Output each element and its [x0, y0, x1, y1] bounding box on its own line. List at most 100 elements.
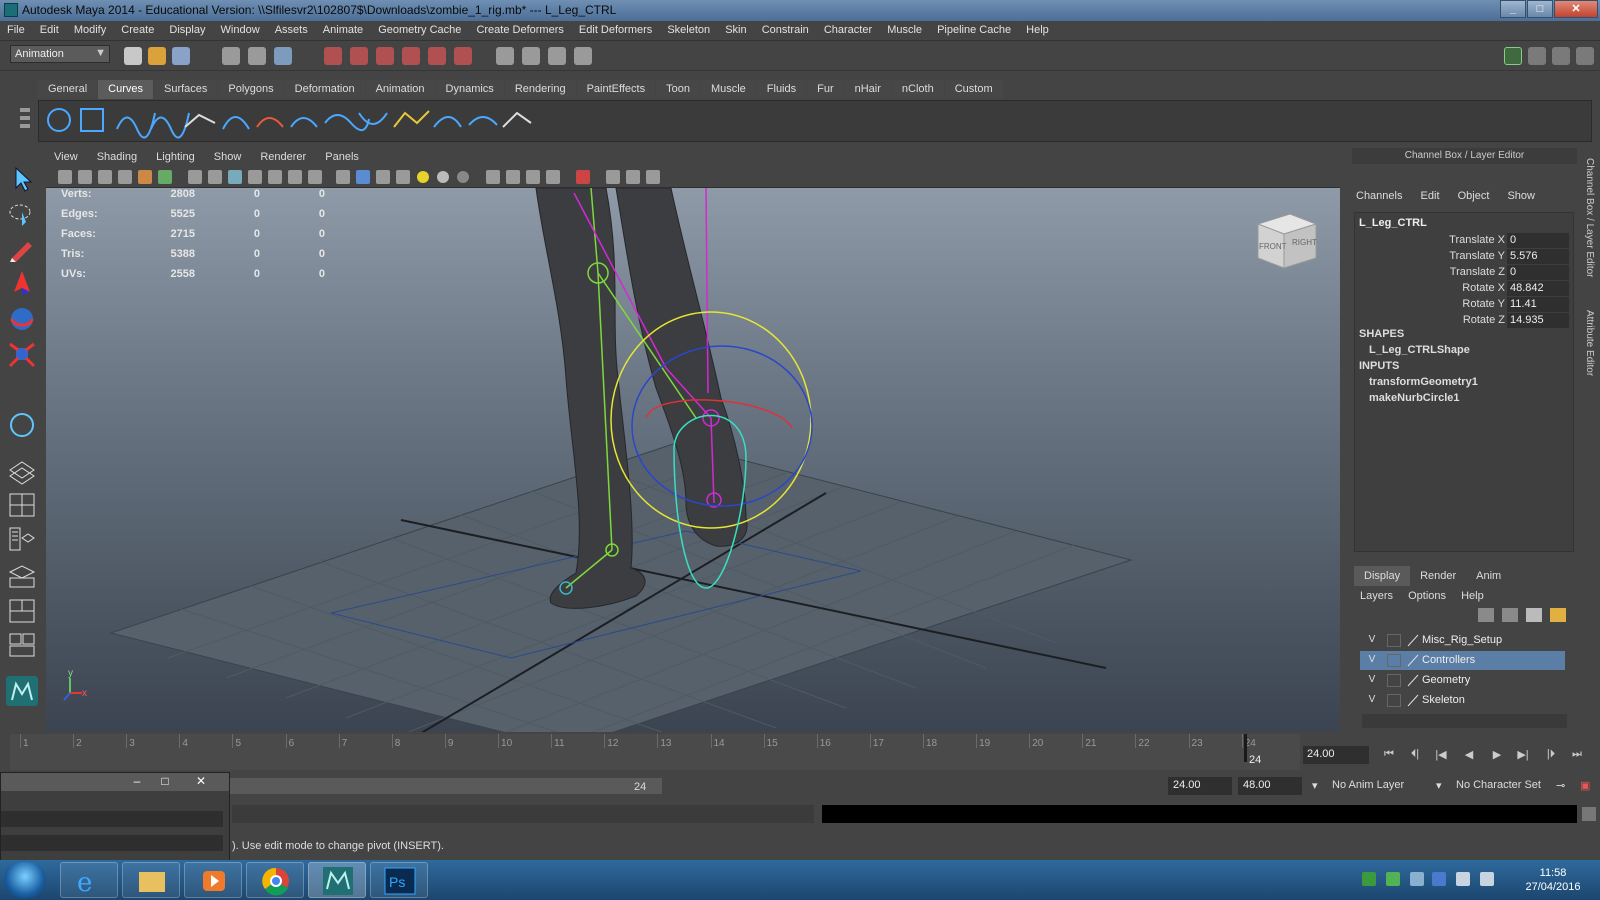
- channel-row[interactable]: Rotate Y 11.41: [1355, 297, 1573, 313]
- menu-animate[interactable]: Animate: [316, 21, 368, 36]
- layer-display-type-toggle[interactable]: [1387, 674, 1401, 687]
- layer-display-type-toggle[interactable]: [1387, 654, 1401, 667]
- project-curve-icon[interactable]: [502, 111, 532, 128]
- chevron-down-icon[interactable]: ▾: [1436, 779, 1442, 792]
- start-button[interactable]: [4, 862, 46, 898]
- layer-display-type-toggle[interactable]: [1387, 634, 1401, 647]
- snap-view-icon[interactable]: [454, 47, 472, 65]
- select-tool-icon[interactable]: [6, 164, 38, 194]
- shelf-tab-rendering[interactable]: Rendering: [504, 80, 576, 99]
- anim-layer-dropdown[interactable]: No Anim Layer: [1332, 779, 1404, 791]
- use-all-lights-icon[interactable]: [417, 171, 429, 183]
- new-empty-layer-icon[interactable]: [1526, 608, 1542, 622]
- render-view-layout-icon[interactable]: [6, 630, 38, 660]
- time-slider[interactable]: 1 2 3 4 5 6 7 8 9 10 11 12 13 14 15 16 17 18 19 20 21 22 23 24: [10, 734, 1300, 770]
- viewport-menu-panels[interactable]: Panels: [317, 148, 367, 163]
- menu-edit-deformers[interactable]: Edit Deformers: [572, 21, 657, 36]
- shape-node[interactable]: L_Leg_CTRLShape: [1369, 344, 1470, 356]
- close-button[interactable]: ✕: [1554, 0, 1598, 18]
- shelf-tab-custom[interactable]: Custom: [944, 80, 1003, 99]
- channel-row[interactable]: Translate Y 5.576: [1355, 249, 1573, 265]
- input-node[interactable]: transformGeometry1: [1369, 376, 1478, 388]
- layer-visibility-toggle[interactable]: V: [1365, 634, 1379, 645]
- film-gate-icon[interactable]: [208, 170, 222, 184]
- menu-display[interactable]: Display: [162, 21, 210, 36]
- pencil-curve-tool-icon[interactable]: [184, 113, 216, 128]
- channel-row[interactable]: Translate X 0: [1355, 233, 1573, 249]
- cv-curve-tool-icon[interactable]: [116, 112, 156, 139]
- go-to-end-icon[interactable]: ⏭: [1566, 748, 1588, 764]
- viewport-menu-show[interactable]: Show: [206, 148, 250, 163]
- photoshop-icon[interactable]: Ps: [370, 862, 428, 898]
- four-view-layout-icon[interactable]: [6, 490, 38, 520]
- shield-tray-icon[interactable]: [1432, 872, 1446, 886]
- layer-visibility-toggle[interactable]: V: [1365, 654, 1379, 665]
- playback-range-bar[interactable]: [228, 778, 662, 794]
- shelf-tab-ncloth[interactable]: nCloth: [891, 80, 944, 99]
- shelf-tab-curves[interactable]: Curves: [98, 80, 153, 99]
- tool-settings-icon[interactable]: [1552, 47, 1570, 65]
- menu-skin[interactable]: Skin: [718, 21, 751, 36]
- shelf-menu-handle[interactable]: [18, 88, 32, 138]
- menu-geometry-cache[interactable]: Geometry Cache: [371, 21, 466, 36]
- layer-tab-render[interactable]: Render: [1410, 566, 1466, 586]
- motion-blur-icon[interactable]: [486, 170, 500, 184]
- layer-row[interactable]: V Skeleton: [1360, 691, 1565, 710]
- field-chart-icon[interactable]: [268, 170, 282, 184]
- shelf-tab-fluids[interactable]: Fluids: [756, 80, 807, 99]
- play-backwards-icon[interactable]: ◀: [1458, 748, 1480, 764]
- layer-row[interactable]: V Misc_Rig_Setup: [1360, 631, 1565, 650]
- menu-create-deformers[interactable]: Create Deformers: [469, 21, 568, 36]
- channel-value[interactable]: 5.576: [1507, 249, 1569, 264]
- select-hierarchy-icon[interactable]: [222, 47, 240, 65]
- shelf-tab-animation[interactable]: Animation: [365, 80, 435, 99]
- side-tab-attribute-editor[interactable]: Attribute Editor: [1582, 310, 1595, 376]
- bookmarks-icon[interactable]: [98, 170, 112, 184]
- system-clock[interactable]: 11:58 27/04/2016: [1518, 866, 1588, 894]
- menu-window[interactable]: Window: [214, 21, 265, 36]
- snap-live-icon[interactable]: [428, 47, 446, 65]
- shelf-tab-general[interactable]: General: [38, 80, 98, 99]
- xray-joints-icon[interactable]: [646, 170, 660, 184]
- menu-constrain[interactable]: Constrain: [755, 21, 814, 36]
- layer-menu-help[interactable]: Help: [1461, 590, 1484, 602]
- menu-pipeline-cache[interactable]: Pipeline Cache: [930, 21, 1016, 36]
- menu-edit[interactable]: Edit: [33, 21, 64, 36]
- chrome-icon[interactable]: [246, 862, 304, 898]
- arc-tool-icon[interactable]: [222, 116, 250, 130]
- layer-scrollbar[interactable]: [1362, 714, 1567, 728]
- graph-editor-layout-icon[interactable]: [6, 560, 38, 590]
- channel-box-menu-channels[interactable]: Channels: [1356, 190, 1402, 202]
- move-layer-down-icon[interactable]: [1502, 608, 1518, 622]
- maximize-button[interactable]: □: [1527, 0, 1553, 18]
- shelf-tab-painteffects[interactable]: PaintEffects: [576, 80, 656, 99]
- extend-curve-icon[interactable]: [468, 116, 498, 126]
- multisample-aa-icon[interactable]: [506, 170, 520, 184]
- step-back-key-icon[interactable]: |◀: [1430, 748, 1452, 764]
- security-tray-icon[interactable]: [1386, 872, 1400, 886]
- two-d-pan-zoom-icon[interactable]: [138, 170, 152, 184]
- volume-tray-icon[interactable]: [1480, 872, 1494, 886]
- hypershade-layout-icon[interactable]: [6, 596, 38, 626]
- viewport-menu-renderer[interactable]: Renderer: [252, 148, 314, 163]
- input-node[interactable]: makeNurbCircle1: [1369, 392, 1460, 404]
- view-cube[interactable]: FRONT RIGHT: [1254, 210, 1320, 270]
- file-explorer-icon[interactable]: [122, 862, 180, 898]
- channel-box-icon[interactable]: [1576, 47, 1594, 65]
- channel-value[interactable]: 0: [1507, 265, 1569, 280]
- channel-box-menu-edit[interactable]: Edit: [1421, 190, 1440, 202]
- resolution-gate-icon[interactable]: [228, 170, 242, 184]
- shelf-tab-deformation[interactable]: Deformation: [284, 80, 365, 99]
- nurbs-square-icon[interactable]: [80, 108, 104, 132]
- layer-menu-options[interactable]: Options: [1408, 590, 1446, 602]
- modeling-toolkit-icon[interactable]: [1504, 47, 1522, 65]
- insert-knot-icon[interactable]: [358, 112, 388, 125]
- new-layer-from-selected-icon[interactable]: [1550, 608, 1566, 622]
- step-forward-frame-icon[interactable]: |⏵: [1540, 748, 1562, 764]
- shelf-tab-toon[interactable]: Toon: [656, 80, 700, 99]
- channel-row[interactable]: Rotate Z 14.935: [1355, 313, 1573, 329]
- channel-value[interactable]: 0: [1507, 233, 1569, 248]
- xray-icon[interactable]: [606, 170, 620, 184]
- scale-tool-icon[interactable]: [6, 340, 38, 370]
- move-layer-up-icon[interactable]: [1478, 608, 1494, 622]
